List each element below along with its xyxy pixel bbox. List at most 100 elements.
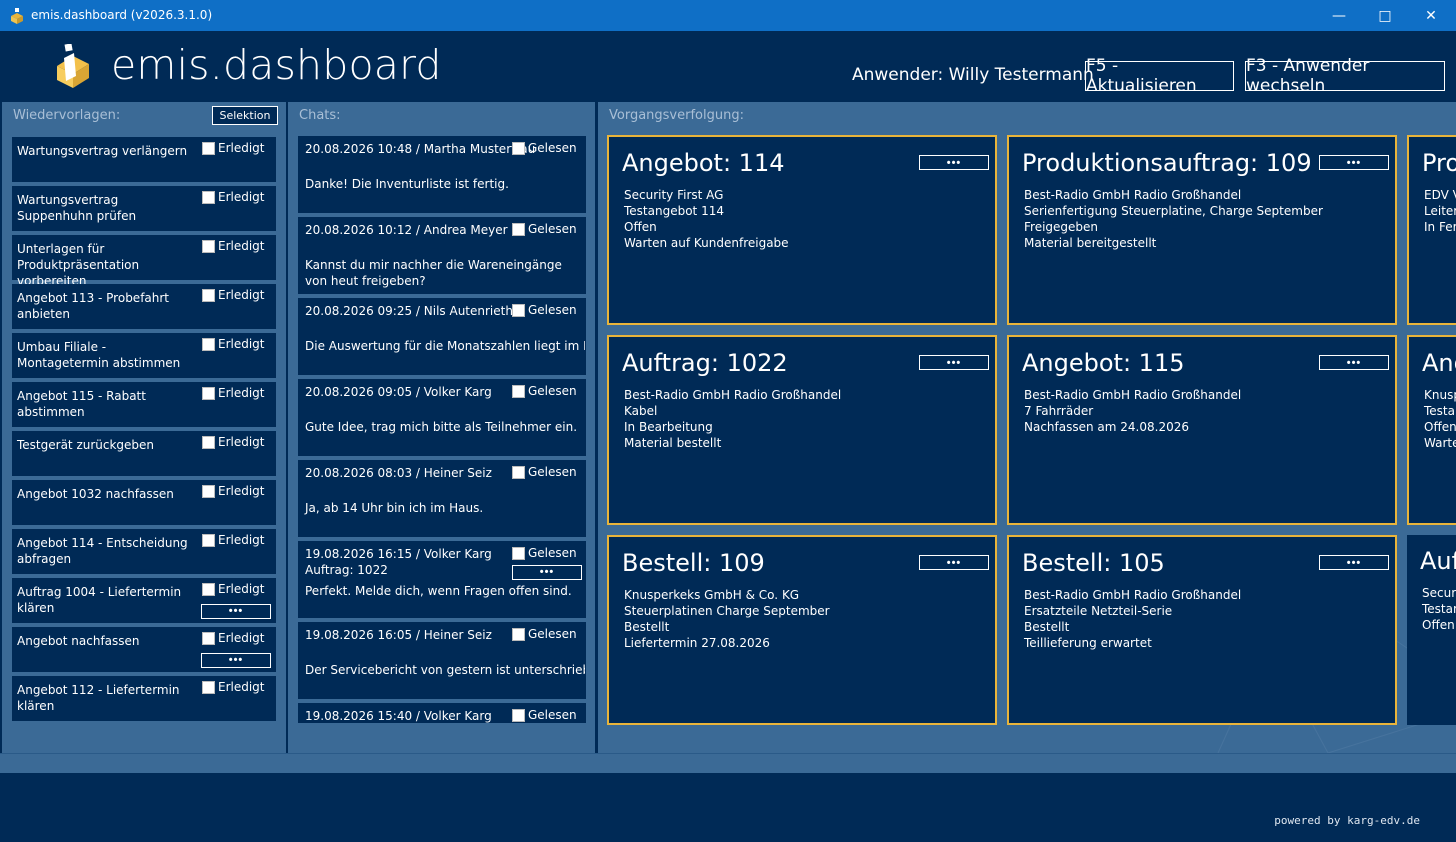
wiedervorlage-text: Angebot 1032 nachfassen xyxy=(17,487,174,501)
maximize-button[interactable]: □ xyxy=(1362,0,1408,31)
vorgang-line: EDV V xyxy=(1424,188,1456,202)
erledigt-label: Erledigt xyxy=(218,533,265,547)
wiedervorlage-item[interactable]: Wartungsvertrag verlängern Erledigt xyxy=(12,137,276,182)
chat-item[interactable]: 20.08.2026 09:05 / Volker Karg Gelesen G… xyxy=(298,379,586,456)
erledigt-label: Erledigt xyxy=(218,386,265,400)
chat-item[interactable]: 19.08.2026 16:15 / Volker Karg Auftrag: … xyxy=(298,541,586,618)
wiedervorlage-text: Umbau Filiale - Montagetermin abstimmen xyxy=(17,340,181,370)
wiedervorlage-item[interactable]: Auftrag 1004 - Liefertermin klären Erled… xyxy=(12,578,276,623)
vorgang-card[interactable]: Angebot: 114 ••• Security First AG Testa… xyxy=(607,135,997,325)
chat-header: 20.08.2026 10:12 / Andrea Meyer xyxy=(305,223,508,237)
minimize-button[interactable]: — xyxy=(1316,0,1362,31)
erledigt-checkbox[interactable] xyxy=(202,289,215,302)
more-button[interactable]: ••• xyxy=(512,565,582,580)
gelesen-checkbox[interactable] xyxy=(512,142,525,155)
chat-list[interactable]: 20.08.2026 10:48 / Martha Musterfrau Gel… xyxy=(296,136,586,723)
vorgang-card[interactable]: Auftrag: 1022 ••• Best-Radio GmbH Radio … xyxy=(607,335,997,525)
refresh-button[interactable]: F5 - Aktualisieren xyxy=(1085,56,1234,96)
wiedervorlage-item[interactable]: Wartungsvertrag Suppenhuhn prüfen Erledi… xyxy=(12,186,276,231)
erledigt-checkbox[interactable] xyxy=(202,338,215,351)
erledigt-checkbox[interactable] xyxy=(202,534,215,547)
chat-item[interactable]: 19.08.2026 15:40 / Volker Karg Gelesen xyxy=(298,703,586,723)
vorgang-line: Offen xyxy=(624,220,657,234)
more-button[interactable]: ••• xyxy=(201,653,271,668)
vorgang-line: Best-Radio GmbH Radio Großhandel xyxy=(1024,588,1242,602)
powered-by-text: powered by karg-edv.de xyxy=(1274,814,1420,827)
erledigt-label: Erledigt xyxy=(218,337,265,351)
vorgang-more-button[interactable]: ••• xyxy=(919,555,989,570)
gelesen-label: Gelesen xyxy=(528,546,577,560)
erledigt-checkbox[interactable] xyxy=(202,681,215,694)
vorgang-title: Pro xyxy=(1422,149,1456,177)
gelesen-checkbox[interactable] xyxy=(512,223,525,236)
chat-item[interactable]: 20.08.2026 10:12 / Andrea Meyer Gelesen … xyxy=(298,217,586,294)
chat-item[interactable]: 20.08.2026 09:25 / Nils Autenrieth Geles… xyxy=(298,298,586,375)
chat-item[interactable]: 20.08.2026 08:03 / Heiner Seiz Gelesen J… xyxy=(298,460,586,537)
vorgang-card[interactable]: Auf Securi Testar Offen xyxy=(1407,535,1456,725)
vorgang-details: Best-Radio GmbH Radio Großhandel Serienf… xyxy=(1024,187,1323,251)
vorgang-card[interactable]: Produktionsauftrag: 109 ••• Best-Radio G… xyxy=(1007,135,1397,325)
gelesen-checkbox[interactable] xyxy=(512,628,525,641)
wiedervorlage-item[interactable]: Angebot nachfassen Erledigt ••• xyxy=(12,627,276,672)
wiedervorlagen-panel: Wiedervorlagen: Selektion Wartungsvertra… xyxy=(2,102,286,753)
selektion-button[interactable]: Selektion xyxy=(212,106,278,125)
wiedervorlage-item[interactable]: Angebot 114 - Entscheidung abfragen Erle… xyxy=(12,529,276,574)
footer: powered by karg-edv.de xyxy=(0,773,1456,842)
more-button[interactable]: ••• xyxy=(201,604,271,619)
chat-item[interactable]: 19.08.2026 16:05 / Heiner Seiz Gelesen D… xyxy=(298,622,586,699)
vorgang-details: Security First AG Testangebot 114 Offen … xyxy=(624,187,789,251)
erledigt-checkbox[interactable] xyxy=(202,191,215,204)
wiedervorlage-text: Unterlagen für Produktpräsentation vorbe… xyxy=(17,242,140,288)
gelesen-checkbox[interactable] xyxy=(512,304,525,317)
erledigt-label: Erledigt xyxy=(218,190,265,204)
vorgang-line: Best-Radio GmbH Radio Großhandel xyxy=(624,388,842,402)
vorgang-card[interactable]: Angebot: 115 ••• Best-Radio GmbH Radio G… xyxy=(1007,335,1397,525)
erledigt-checkbox[interactable] xyxy=(202,240,215,253)
gelesen-label: Gelesen xyxy=(528,141,577,155)
wiedervorlage-text: Angebot 113 - Probefahrt anbieten xyxy=(17,291,170,321)
vorgang-card[interactable]: Bestell: 109 ••• Knusperkeks GmbH & Co. … xyxy=(607,535,997,725)
erledigt-checkbox[interactable] xyxy=(202,632,215,645)
vorgang-more-button[interactable]: ••• xyxy=(919,355,989,370)
chat-message: Gute Idee, trag mich bitte als Teilnehme… xyxy=(305,420,578,434)
vorgang-line: Leiter xyxy=(1424,204,1456,218)
vorgang-line: Bestellt xyxy=(624,620,670,634)
erledigt-label: Erledigt xyxy=(218,484,265,498)
vorgang-line: Material bereitgestellt xyxy=(1024,236,1157,250)
switch-user-button[interactable]: F3 - Anwender wechseln xyxy=(1245,56,1445,96)
close-button[interactable]: ✕ xyxy=(1408,0,1454,31)
chat-header: 19.08.2026 16:15 / Volker Karg xyxy=(305,547,492,561)
erledigt-checkbox[interactable] xyxy=(202,387,215,400)
wiedervorlage-item[interactable]: Testgerät zurückgeben Erledigt xyxy=(12,431,276,476)
erledigt-checkbox[interactable] xyxy=(202,142,215,155)
erledigt-checkbox[interactable] xyxy=(202,583,215,596)
chat-item[interactable]: 20.08.2026 10:48 / Martha Musterfrau Gel… xyxy=(298,136,586,213)
vorgang-line: Securi xyxy=(1422,586,1456,600)
vorgang-card[interactable]: Bestell: 105 ••• Best-Radio GmbH Radio G… xyxy=(1007,535,1397,725)
vorgang-more-button[interactable]: ••• xyxy=(1319,555,1389,570)
gelesen-checkbox[interactable] xyxy=(512,466,525,479)
erledigt-checkbox[interactable] xyxy=(202,485,215,498)
chat-header: 20.08.2026 09:25 / Nils Autenrieth xyxy=(305,304,513,318)
vorgang-card[interactable]: Pro EDV V Leiter In Fer xyxy=(1407,135,1456,325)
wiedervorlage-item[interactable]: Umbau Filiale - Montagetermin abstimmen … xyxy=(12,333,276,378)
chat-message: Kannst du mir nachher die Wareneingänge … xyxy=(305,258,562,288)
gelesen-checkbox[interactable] xyxy=(512,547,525,560)
wiedervorlage-item[interactable]: Angebot 115 - Rabatt abstimmen Erledigt xyxy=(12,382,276,427)
vorgang-card[interactable]: Ang Knusp Testar Offen Warte xyxy=(1407,335,1456,525)
erledigt-label: Erledigt xyxy=(218,582,265,596)
vorgang-line: In Fer xyxy=(1424,220,1456,234)
wiedervorlage-item[interactable]: Angebot 112 - Liefertermin klären Erledi… xyxy=(12,676,276,721)
wiedervorlage-item[interactable]: Angebot 1032 nachfassen Erledigt xyxy=(12,480,276,525)
vorgang-more-button[interactable]: ••• xyxy=(1319,155,1389,170)
vorgang-details: Knusperkeks GmbH & Co. KG Steuerplatinen… xyxy=(624,587,830,651)
gelesen-checkbox[interactable] xyxy=(512,385,525,398)
erledigt-checkbox[interactable] xyxy=(202,436,215,449)
wiedervorlage-item[interactable]: Unterlagen für Produktpräsentation vorbe… xyxy=(12,235,276,288)
wiedervorlage-item[interactable]: Angebot 113 - Probefahrt anbieten Erledi… xyxy=(12,284,276,329)
gelesen-checkbox[interactable] xyxy=(512,709,525,722)
vorgang-more-button[interactable]: ••• xyxy=(919,155,989,170)
current-user-label: Anwender: Willy Testermann xyxy=(852,65,1094,85)
vorgang-more-button[interactable]: ••• xyxy=(1319,355,1389,370)
gelesen-label: Gelesen xyxy=(528,222,577,236)
